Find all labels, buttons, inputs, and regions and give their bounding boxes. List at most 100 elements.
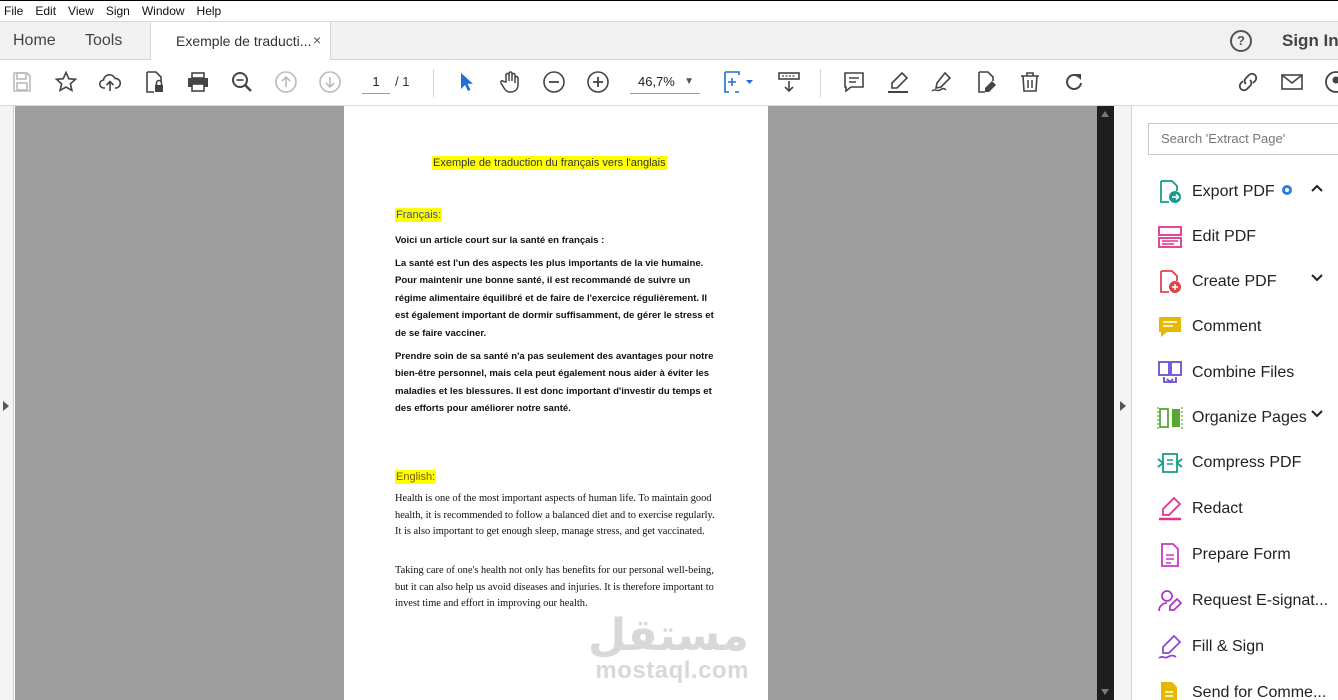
french-heading: Français: <box>395 208 443 222</box>
chevron-down-icon[interactable] <box>1310 407 1324 424</box>
menu-help[interactable]: Help <box>191 4 228 18</box>
close-tab-icon[interactable]: × <box>313 32 321 48</box>
sign-pen-icon[interactable] <box>930 70 954 94</box>
document-title: Exemple de traduction du français vers l… <box>432 156 667 170</box>
new-feature-badge <box>1281 185 1292 195</box>
toolbar: 1 / 1 46,7% ▼ <box>0 60 1338 106</box>
pdf-page: Exemple de traduction du français vers l… <box>344 106 768 700</box>
french-paragraph: La santé est l'un des aspects les plus i… <box>395 258 714 339</box>
highlight-pen-icon[interactable] <box>886 70 910 94</box>
menu-bar: File Edit View Sign Window Help <box>0 0 1338 22</box>
organize-pages-icon <box>1157 407 1183 429</box>
request-esign-icon <box>1158 590 1183 612</box>
scroll-down-icon[interactable] <box>1101 689 1109 695</box>
protect-file-icon[interactable] <box>142 70 166 94</box>
share-link-icon[interactable] <box>1236 70 1260 94</box>
fit-page-icon[interactable] <box>722 70 756 94</box>
right-panel-toggle[interactable] <box>1114 106 1132 700</box>
toolbar-divider <box>433 69 434 97</box>
tool-request-esignatures[interactable]: Request E-signat... <box>1157 586 1338 616</box>
tool-label: Create PDF <box>1192 273 1277 290</box>
compress-pdf-icon <box>1157 453 1183 473</box>
tool-label: Comment <box>1192 318 1262 335</box>
vertical-scrollbar[interactable] <box>1097 106 1114 700</box>
tool-label: Organize Pages <box>1192 409 1307 426</box>
watermark-arabic: مستقل <box>588 610 749 661</box>
next-page-icon[interactable] <box>318 70 342 94</box>
chevron-up-icon[interactable] <box>1310 181 1324 198</box>
help-icon[interactable]: ? <box>1230 30 1252 52</box>
collapse-right-icon <box>1120 401 1126 411</box>
left-panel-toggle[interactable] <box>0 106 14 700</box>
rotate-icon[interactable] <box>1062 70 1086 94</box>
tool-organize-pages[interactable]: Organize Pages <box>1157 403 1338 433</box>
tab-document-title: Exemple de traducti... <box>176 33 312 49</box>
redact-icon <box>1159 496 1182 521</box>
previous-page-icon[interactable] <box>274 70 298 94</box>
zoom-search-icon[interactable] <box>230 70 254 94</box>
chevron-down-icon: ▼ <box>684 76 694 87</box>
scroll-up-icon[interactable] <box>1101 111 1109 117</box>
zoom-out-icon[interactable] <box>542 70 566 94</box>
fill-sign-icon <box>1158 634 1182 659</box>
tool-label: Prepare Form <box>1192 546 1291 563</box>
cloud-upload-icon[interactable] <box>98 70 122 94</box>
menu-view[interactable]: View <box>62 4 100 18</box>
tab-bar: Home Tools Exemple de traducti... × ? Si… <box>0 22 1338 60</box>
tool-prepare-form[interactable]: Prepare Form <box>1157 540 1338 570</box>
tool-edit-pdf[interactable]: Edit PDF <box>1157 222 1338 252</box>
page-total: / 1 <box>395 74 410 89</box>
french-intro: Voici un article court sur la santé en f… <box>395 235 605 246</box>
expand-right-icon <box>3 401 9 411</box>
tool-label: Request E-signat... <box>1192 592 1329 609</box>
zoom-level-value: 46,7% <box>638 74 675 89</box>
tab-document[interactable]: Exemple de traducti... × <box>150 22 331 60</box>
tool-compress-pdf[interactable]: Compress PDF <box>1157 448 1338 478</box>
tool-label: Edit PDF <box>1192 228 1257 245</box>
tool-fill-sign[interactable]: Fill & Sign <box>1157 632 1338 662</box>
tab-tools[interactable]: Tools <box>85 32 122 50</box>
menu-edit[interactable]: Edit <box>29 4 62 18</box>
delete-trash-icon[interactable] <box>1018 70 1042 94</box>
edit-document-icon[interactable] <box>974 70 998 94</box>
tool-send-for-comments[interactable]: Send for Comme... <box>1157 678 1338 700</box>
page-number-input[interactable]: 1 <box>362 72 390 94</box>
sign-in-button[interactable]: Sign In <box>1282 31 1338 51</box>
prepare-form-icon <box>1161 543 1179 567</box>
french-paragraph: Prendre soin de sa santé n'a pas seuleme… <box>395 351 714 415</box>
scroll-mode-icon[interactable] <box>777 70 801 94</box>
export-pdf-icon <box>1160 180 1181 203</box>
print-icon[interactable] <box>186 70 210 94</box>
watermark-logo: مستقل mostaql.com <box>588 614 749 684</box>
select-cursor-icon[interactable] <box>454 70 478 94</box>
save-icon[interactable] <box>10 70 34 94</box>
english-paragraph: Health is one of the most important aspe… <box>395 493 715 538</box>
bookmark-star-icon[interactable] <box>54 70 78 94</box>
zoom-in-icon[interactable] <box>586 70 610 94</box>
tool-export-pdf[interactable]: Export PDF <box>1157 177 1338 207</box>
comment-icon <box>1159 317 1181 337</box>
zoom-level-select[interactable]: 46,7% ▼ <box>630 72 700 94</box>
menu-window[interactable]: Window <box>136 4 191 18</box>
tool-redact[interactable]: Redact <box>1157 494 1338 524</box>
combine-files-icon <box>1158 361 1182 384</box>
tool-combine-files[interactable]: Combine Files <box>1157 358 1338 388</box>
menu-file[interactable]: File <box>0 4 29 18</box>
tab-home[interactable]: Home <box>13 32 56 50</box>
menu-sign[interactable]: Sign <box>100 4 136 18</box>
tools-pane: Search 'Extract Page' Export PDF Edit PD… <box>1133 106 1338 700</box>
chevron-down-icon[interactable] <box>1310 271 1324 288</box>
create-pdf-icon <box>1160 270 1181 293</box>
tool-comment[interactable]: Comment <box>1157 312 1338 342</box>
comment-icon[interactable] <box>842 70 866 94</box>
tools-search-input[interactable]: Search 'Extract Page' <box>1148 123 1338 155</box>
hand-tool-icon[interactable] <box>498 70 522 94</box>
tool-label: Export PDF <box>1192 183 1275 200</box>
edit-pdf-icon <box>1158 226 1182 248</box>
email-icon[interactable] <box>1280 70 1304 94</box>
tool-label: Send for Comme... <box>1192 684 1327 700</box>
tool-create-pdf[interactable]: Create PDF <box>1157 267 1338 297</box>
tool-label: Compress PDF <box>1192 454 1302 471</box>
english-heading: English: <box>395 470 437 484</box>
account-avatar-icon[interactable] <box>1324 70 1338 94</box>
